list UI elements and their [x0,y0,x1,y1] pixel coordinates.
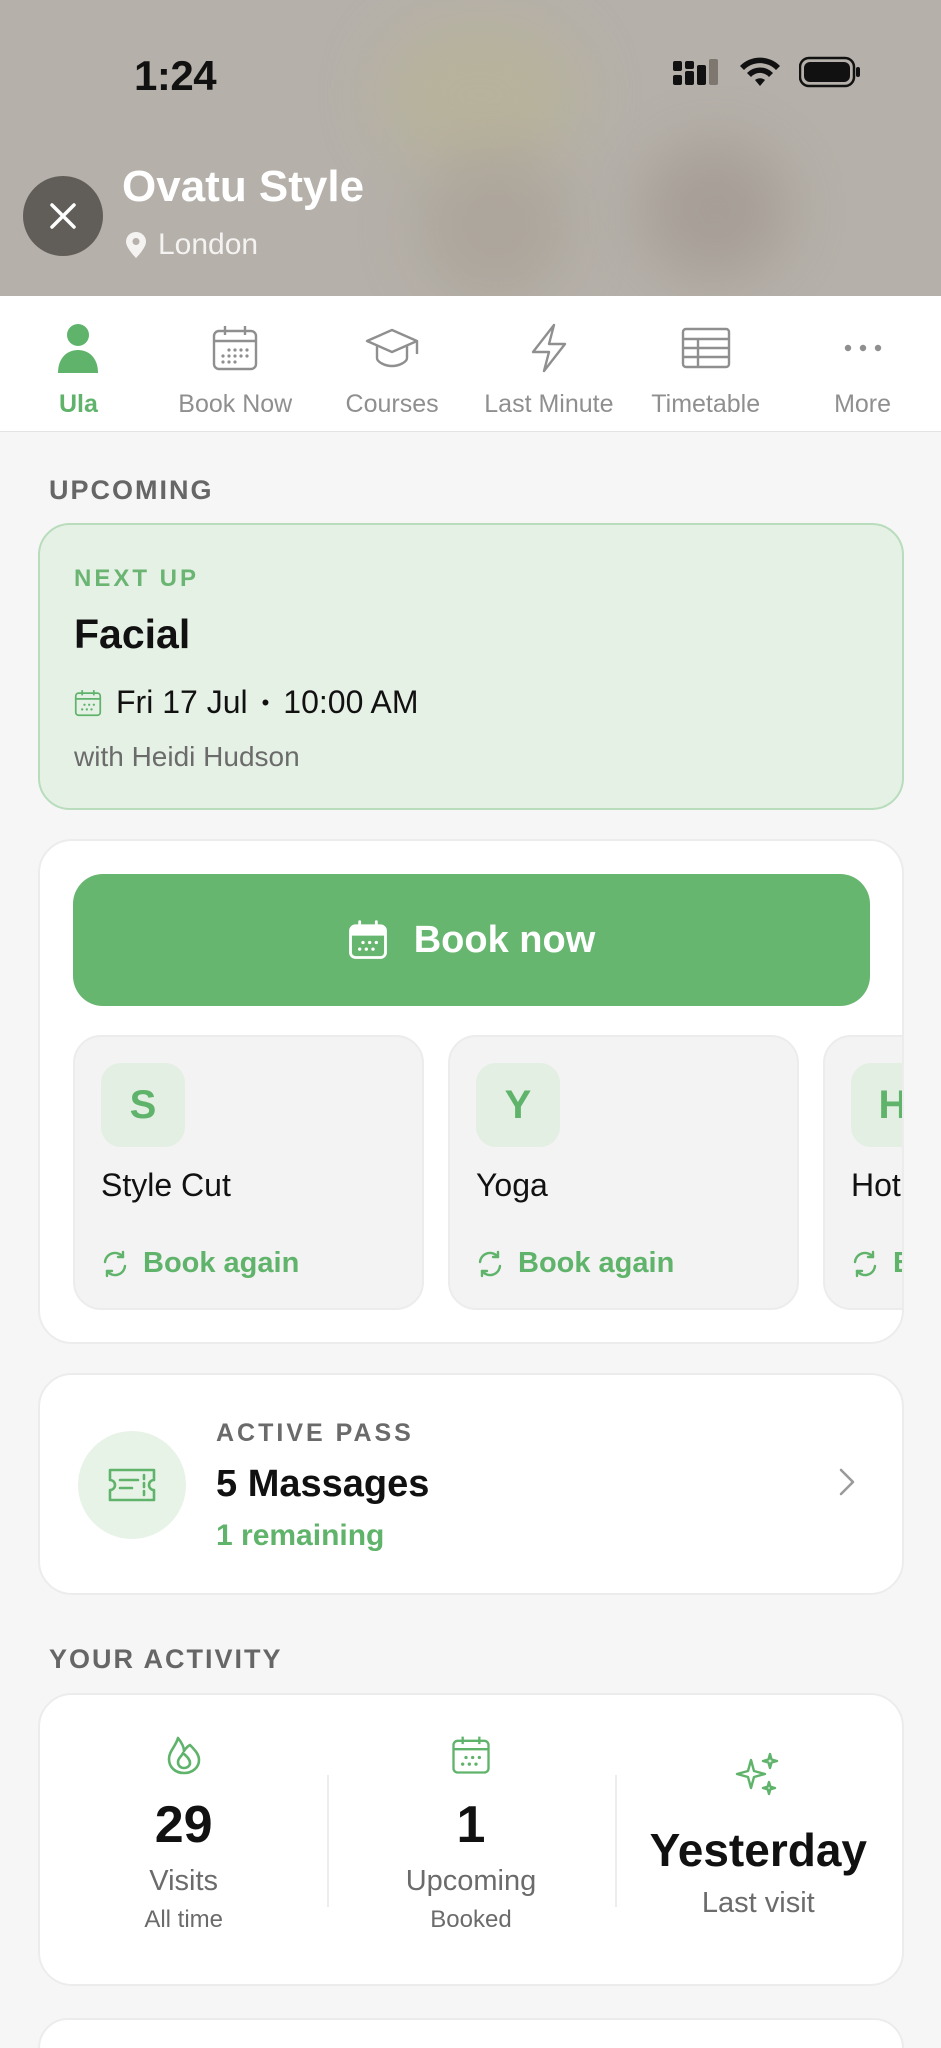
tab-label: Last Minute [484,390,614,418]
tab-label: Courses [345,390,439,418]
service-name: Hot [851,1167,901,1203]
more-dots-icon [844,344,881,352]
close-button[interactable] [23,176,103,256]
next-card-peek [38,2018,904,2048]
service-card-yoga[interactable]: Y Yoga Book again [448,1035,799,1310]
sparkles-icon [736,1752,779,1796]
wifi-icon [740,57,780,86]
appointment-service: Facial [74,611,191,657]
stat-value: 1 [456,1796,486,1854]
calendar-icon [74,689,102,716]
tab-ula[interactable]: Ula [0,296,157,432]
tab-label: More [834,390,892,418]
activity-section-title: YOUR ACTIVITY [49,1644,283,1674]
booking-card: Book now S Style Cut Book again Y Yoga B… [38,839,904,1344]
status-time: 1:24 [134,52,217,99]
active-pass-card[interactable]: ACTIVE PASS 5 Massages 1 remaining [38,1373,904,1595]
location-label: London [158,228,259,261]
stat-value: Yesterday [649,1824,868,1876]
pass-icon-circle [78,1431,186,1539]
stat-sub: Booked [430,1906,512,1933]
book-again-label: Book again [893,1247,902,1280]
tab-label: Book Now [178,390,293,418]
cellular-signal-icon [673,59,718,85]
pass-label: ACTIVE PASS [216,1419,414,1447]
battery-icon [799,56,860,88]
refresh-icon [478,1250,502,1277]
background-blur [380,20,580,170]
book-again-label: Book again [518,1247,675,1279]
background-blur [420,150,570,296]
upcoming-section-title: UPCOMING [49,475,214,505]
pass-title: 5 Massages [216,1463,430,1505]
appointment-staff: with Heidi Hudson [74,741,300,772]
appointment-date: Fri 17 Jul [116,684,248,720]
status-icons [673,56,861,88]
calendar-icon [213,326,258,371]
flame-icon [167,1736,200,1775]
stat-label: Visits [149,1865,219,1897]
book-again-button[interactable]: Book again [476,1247,674,1280]
lightning-icon [531,323,567,373]
tab-bar: Ula Book Now Courses Last Minute Timetab… [0,296,941,432]
book-again-label: Book again [143,1247,300,1279]
next-up-label: NEXT UP [74,565,200,592]
stat-last-visit: Yesterday Last visit [614,1695,902,1984]
calendar-icon [452,1736,490,1774]
person-icon [58,324,99,373]
tab-label: Ula [58,390,98,418]
refresh-icon [103,1250,127,1277]
refresh-icon [853,1250,877,1277]
book-now-button[interactable]: Book now [73,874,870,1006]
service-card-style-cut[interactable]: S Style Cut Book again [73,1035,424,1310]
tab-more[interactable]: More [784,296,941,432]
book-now-label: Book now [413,918,596,961]
stat-divider [614,1775,617,1907]
book-again-button[interactable]: Book again [851,1247,902,1280]
tab-last-minute[interactable]: Last Minute [470,296,627,432]
background-blur [640,140,790,280]
location-pin-icon [126,232,146,258]
stat-label: Last visit [701,1887,815,1919]
chevron-right-icon [839,1468,855,1496]
table-icon [681,327,730,369]
close-icon [50,203,76,229]
service-card-hot[interactable]: H Hot Book again [823,1035,902,1310]
service-initial: H [851,1063,902,1147]
stat-upcoming: 1 Upcoming Booked [327,1695,614,1984]
tab-courses[interactable]: Courses [314,296,471,432]
service-name: Style Cut [101,1167,231,1203]
stat-divider [327,1775,330,1907]
book-again-button[interactable]: Book again [101,1247,299,1280]
service-name: Yoga [476,1167,548,1203]
tab-book-now[interactable]: Book Now [157,296,314,432]
header-hero: 1:24 Ovatu Style London [0,0,941,296]
graduation-cap-icon [365,328,419,368]
stat-sub: All time [144,1906,223,1933]
business-location: London [126,228,258,262]
service-initial: Y [476,1063,560,1147]
stat-visits: 29 Visits All time [40,1695,327,1984]
ticket-icon [108,1468,156,1502]
pass-remaining: 1 remaining [216,1519,385,1552]
appointment-datetime: Fri 17 Jul • 10:00 AM [74,684,868,721]
stat-value: 29 [154,1796,213,1854]
tab-timetable[interactable]: Timetable [627,296,784,432]
stat-label: Upcoming [405,1865,537,1897]
service-initial: S [101,1063,185,1147]
appointment-time: 10:00 AM [283,684,419,720]
business-name: Ovatu Style [122,162,365,211]
datetime-separator: • [261,689,270,715]
activity-card: 29 Visits All time 1 Upcoming Booked Yes… [38,1693,904,1986]
calendar-icon [348,920,387,959]
tab-label: Timetable [651,390,761,418]
next-appointment-card[interactable]: NEXT UP Facial Fri 17 Jul • 10:00 AM wit… [38,523,904,810]
